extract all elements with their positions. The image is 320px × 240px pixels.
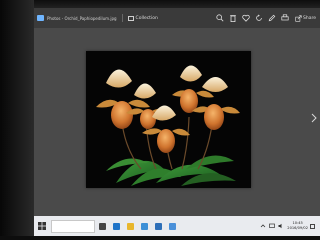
- folder-icon: [126, 222, 134, 230]
- photos-titlebar: Photos - Orchid_Paphiopedilum.jpg Collec…: [34, 8, 320, 28]
- task-view-icon: [98, 222, 106, 230]
- volume-icon[interactable]: [276, 216, 285, 236]
- edge-button[interactable]: [109, 216, 123, 236]
- taskbar-search-box[interactable]: [51, 219, 95, 233]
- share-icon: [295, 14, 302, 22]
- windows-taskbar: 10:45 2016/09/02: [34, 216, 320, 236]
- collection-icon: [127, 15, 134, 21]
- file-explorer-button[interactable]: [123, 216, 137, 236]
- chevron-up-icon[interactable]: [258, 216, 267, 236]
- edge-icon: [112, 222, 120, 230]
- delete-icon[interactable]: [226, 12, 239, 25]
- collection-label: Collection: [135, 15, 158, 21]
- store-button[interactable]: [137, 216, 151, 236]
- mail-icon: [154, 222, 162, 230]
- orchid-photo: [86, 51, 251, 188]
- monitor-bezel-left: [0, 0, 34, 240]
- mail-button[interactable]: [151, 216, 165, 236]
- photos-icon: [168, 222, 176, 230]
- action-center-button[interactable]: [308, 216, 317, 236]
- next-photo-button[interactable]: [310, 112, 318, 124]
- photos-button[interactable]: [165, 216, 179, 236]
- photos-app-icon: [37, 15, 44, 21]
- window-title: Photos - Orchid_Paphiopedilum.jpg: [47, 15, 117, 21]
- clock-date: 2016/09/02: [287, 226, 308, 230]
- task-view-button[interactable]: [95, 216, 109, 236]
- share-label: Share: [303, 15, 316, 21]
- print-icon[interactable]: [278, 12, 291, 25]
- orchid-image: [86, 51, 251, 188]
- divider: [121, 14, 123, 22]
- collection-button[interactable]: Collection: [127, 15, 158, 21]
- notification-icon: [310, 223, 315, 229]
- network-icon[interactable]: [267, 216, 276, 236]
- edit-icon[interactable]: [265, 12, 278, 25]
- screen: Photos - Orchid_Paphiopedilum.jpg Collec…: [34, 8, 320, 236]
- rotate-icon[interactable]: [252, 12, 265, 25]
- windows-icon: [38, 222, 46, 230]
- start-button[interactable]: [34, 216, 50, 236]
- system-tray: 10:45 2016/09/02: [258, 216, 320, 236]
- photo-viewer[interactable]: [34, 28, 320, 216]
- share-button[interactable]: Share: [295, 14, 316, 22]
- zoom-icon[interactable]: [213, 12, 226, 25]
- taskbar-clock[interactable]: 10:45 2016/09/02: [287, 221, 308, 230]
- monitor-bezel-bottom: [0, 236, 320, 240]
- chevron-right-icon: [311, 113, 317, 123]
- favorite-icon[interactable]: [239, 12, 252, 25]
- store-icon: [140, 222, 148, 230]
